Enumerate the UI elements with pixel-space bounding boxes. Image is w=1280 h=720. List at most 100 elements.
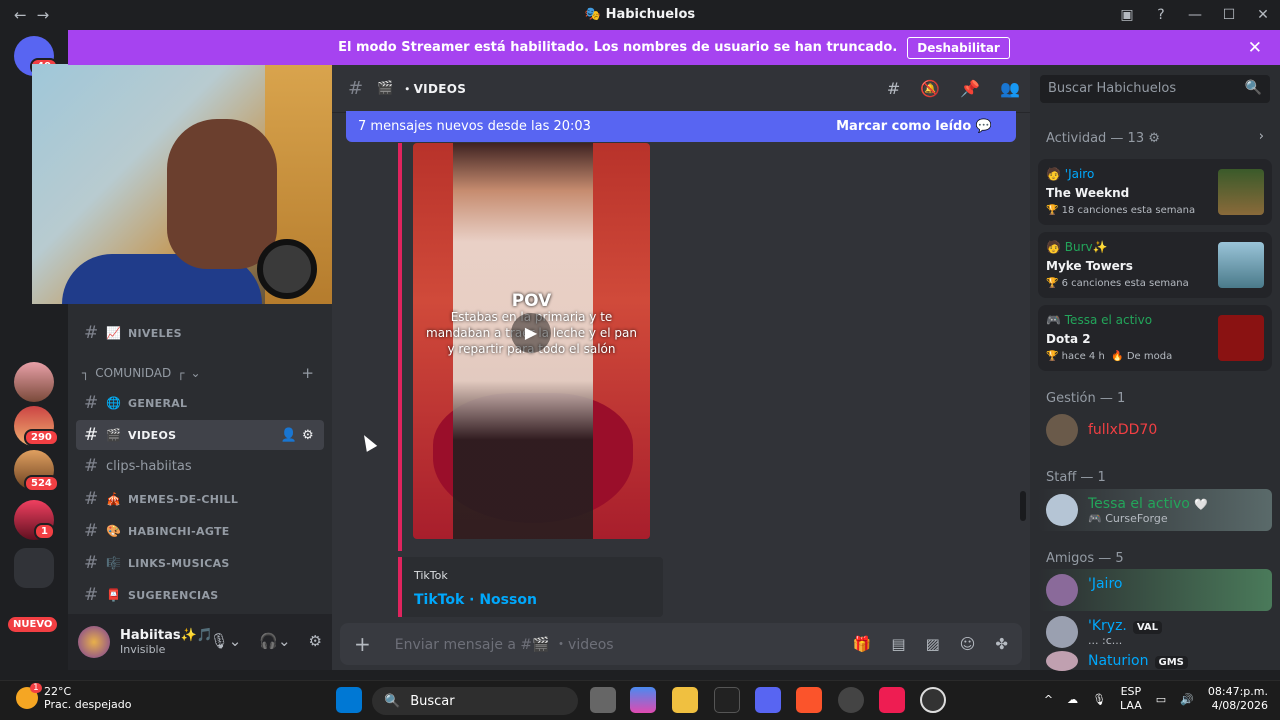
activity-card[interactable]: 🎮 Tessa el activo Dota 2 🏆 hace 4 h 🔥 De… — [1038, 305, 1272, 371]
mark-read-label: Marcar como leído — [836, 119, 972, 134]
threads-icon[interactable]: # — [887, 79, 900, 98]
chevron-right-icon[interactable]: › — [1259, 129, 1264, 144]
channel-label: clips-habiitas — [106, 458, 192, 474]
activity-meta-text: 18 canciones esta semana — [1061, 205, 1196, 216]
settings-icon[interactable]: 👤 ⚙ — [281, 428, 314, 443]
scrollbar[interactable] — [1020, 491, 1026, 521]
member-row[interactable]: fullxDD70 — [1038, 409, 1272, 451]
member-row[interactable]: Tessa el activo 🤍 🎮 CurseForge — [1038, 489, 1272, 531]
embed-title-link[interactable]: TikTok · Nosson — [414, 592, 663, 608]
taskbar-search-label: Buscar — [410, 693, 455, 709]
channel-general[interactable]: # 🌐 GENERAL — [76, 388, 324, 418]
activity-meta: 🏆 hace 4 h 🔥 De moda — [1046, 351, 1173, 362]
hash-icon: # — [84, 521, 99, 541]
members-icon[interactable]: 👥 — [1000, 79, 1020, 98]
search-icon: 🔍 — [384, 693, 401, 709]
member-row[interactable]: 'Kryz. VAL ... :c... — [1038, 611, 1272, 653]
weather-widget[interactable]: 1 22°C Prac. despejado — [16, 683, 132, 711]
channel-emoji: 📮 — [106, 588, 122, 602]
taskbar-search[interactable]: 🔍 Buscar — [372, 687, 578, 715]
activity-title: Myke Towers — [1046, 259, 1133, 273]
gear-icon[interactable]: ⚙ — [1148, 131, 1160, 146]
microphone-tray-icon[interactable]: 🎙 — [1092, 693, 1106, 706]
member-activity-text: CurseForge — [1105, 511, 1168, 525]
activity-user-name: Tessa el activo — [1064, 313, 1153, 327]
microphone-icon[interactable]: 🎙⌄ — [210, 632, 242, 650]
member-name: fullxDD70 — [1088, 422, 1158, 438]
disable-streamer-button[interactable]: Deshabilitar — [907, 36, 1010, 59]
game-icon: 🎮 — [1088, 511, 1102, 525]
channel-links-musicas[interactable]: # 🎼 LINKS-MUSICAS — [76, 548, 324, 578]
add-channel-icon[interactable]: + — [301, 364, 314, 382]
channel-sugerencias[interactable]: # 📮 SUGERENCIAS — [76, 580, 324, 610]
channel-title: ・VIDEOS — [401, 82, 467, 96]
channel-emoji: 🎬 — [106, 428, 122, 442]
folder-icon[interactable] — [14, 548, 54, 588]
member-activity: ... :c... — [1088, 633, 1123, 647]
tiktok-icon[interactable] — [879, 687, 905, 713]
clock[interactable]: 08:47:p.m. 4/08/2026 — [1208, 685, 1268, 713]
office-icon[interactable] — [630, 687, 656, 713]
server-icon[interactable] — [14, 362, 54, 402]
gif-icon[interactable]: ▤ — [891, 635, 905, 653]
discord-taskbar-icon[interactable] — [755, 687, 781, 713]
mute-icon[interactable]: 🔕 — [920, 79, 940, 98]
close-icon[interactable]: ✕ — [1248, 38, 1262, 58]
message-input[interactable]: Enviar mensaje a #🎬 ・videos — [395, 634, 614, 654]
search-input[interactable]: Buscar Habichuelos 🔍 — [1040, 75, 1270, 103]
channel-niveles[interactable]: # 📈 NIVELES — [76, 318, 324, 348]
streamer-mode-banner: El modo Streamer está habilitado. Los no… — [68, 30, 1280, 65]
play-icon[interactable]: ▶ — [511, 313, 551, 353]
volume-icon[interactable]: 🔊 — [1180, 693, 1194, 706]
member-row[interactable]: 'Jairo — [1038, 569, 1272, 611]
mark-read-button[interactable]: Marcar como leído 💬 — [836, 119, 992, 134]
sticker-icon[interactable]: ▨ — [926, 635, 940, 653]
hash-icon: # — [84, 393, 99, 413]
window-title: 🎭 Habichuelos — [0, 7, 1280, 22]
obs-icon[interactable] — [838, 687, 864, 713]
attach-plus-icon[interactable]: + — [354, 632, 371, 656]
channel-clips-habiitas[interactable]: # clips-habiitas — [76, 451, 324, 481]
channel-videos[interactable]: # 🎬 VIDEOS 👤 ⚙ — [76, 420, 324, 450]
channel-memes-de-chill[interactable]: # 🎪 MEMES-DE-CHILL — [76, 484, 324, 514]
member-name-text: Tessa el activo — [1088, 495, 1190, 512]
apps-icon[interactable]: ✤ — [995, 635, 1008, 653]
file-explorer-icon[interactable] — [672, 687, 698, 713]
embed-provider: TikTok — [414, 569, 448, 582]
new-messages-bar[interactable]: 7 mensajes nuevos desde las 20:03 Marcar… — [346, 111, 1016, 142]
inbox-icon[interactable]: ▣ — [1110, 7, 1144, 23]
task-view-icon[interactable] — [590, 687, 616, 713]
video-pov: POV — [511, 291, 552, 311]
pin-icon[interactable]: 📌 — [960, 79, 980, 98]
close-window-button[interactable]: ✕ — [1246, 7, 1280, 23]
headphones-icon[interactable]: 🎧⌄ — [259, 632, 290, 650]
channel-list: # 📈 NIVELES ┐ COMUNIDAD ┌ ⌄ + # 🌐 GENERAL # 🎬 V… — [68, 304, 332, 614]
user-settings-icon[interactable]: ⚙ — [309, 632, 322, 650]
cloud-icon[interactable]: ☁ — [1067, 693, 1078, 706]
category-header[interactable]: ┐ COMUNIDAD ┌ ⌄ + — [82, 364, 314, 382]
member-row[interactable]: Naturion GMS — [1038, 651, 1272, 671]
hash-icon: # — [348, 78, 364, 99]
capcut-icon[interactable] — [714, 687, 740, 713]
video-embed[interactable]: POV Estabas en la primaria y te mandaban… — [413, 143, 650, 539]
user-avatar[interactable] — [78, 626, 110, 658]
language-indicator[interactable]: ESP LAA — [1120, 685, 1142, 713]
maximize-button[interactable]: ☐ — [1212, 7, 1246, 23]
app-icon[interactable] — [920, 687, 946, 713]
gift-icon[interactable]: 🎁 — [853, 635, 872, 653]
activity-card[interactable]: 🧑 Burv✨ Myke Towers 🏆 6 canciones esta s… — [1038, 232, 1272, 298]
network-icon[interactable]: ▭ — [1156, 693, 1166, 706]
help-icon[interactable]: ? — [1144, 7, 1178, 23]
brave-icon[interactable] — [796, 687, 822, 713]
message-composer[interactable]: + Enviar mensaje a #🎬 ・videos 🎁 ▤ ▨ ☺ ✤ — [340, 623, 1022, 665]
weather-desc: Prac. despejado — [44, 698, 132, 711]
emoji-icon[interactable]: ☺ — [960, 635, 976, 653]
user-status: Invisible — [120, 643, 166, 656]
windows-start-icon[interactable] — [336, 687, 362, 713]
channel-habinchi-agte[interactable]: # 🎨 HABINCHI-AGTE — [76, 516, 324, 546]
channel-label: HABINCHI-AGTE — [128, 524, 230, 538]
chevron-up-icon[interactable]: ^ — [1044, 693, 1053, 706]
activity-card[interactable]: 🧑 'Jairo The Weeknd 🏆 18 canciones esta … — [1038, 159, 1272, 225]
category-label: COMUNIDAD — [95, 366, 172, 380]
minimize-button[interactable]: — — [1178, 7, 1212, 23]
